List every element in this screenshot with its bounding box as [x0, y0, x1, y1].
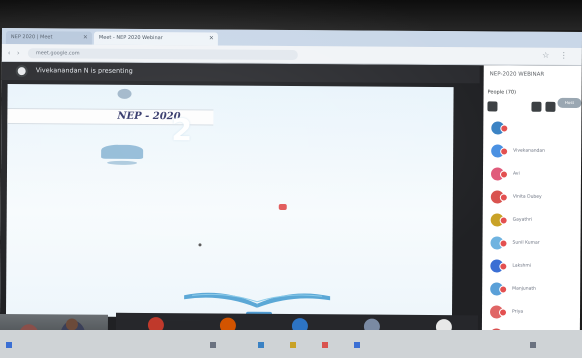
tray-icons[interactable]: [530, 342, 536, 348]
monitor-bezel: [0, 0, 582, 30]
presenting-bar: Vivekanandan N is presenting: [1, 61, 480, 84]
url-field[interactable]: meet.google.com: [27, 48, 298, 61]
browser-tab-1[interactable]: NEP 2020 | Meet ×: [5, 31, 92, 45]
participant-row[interactable]: Manjunath: [490, 282, 578, 297]
tab-label: Meet - NEP 2020 Webinar: [98, 34, 163, 42]
meeting-title: NEP-2020 WEBINAR: [489, 71, 545, 78]
mic-off-icon: [498, 308, 508, 317]
participant-list: Vivekanandan Avi Vinita Dubey Gayathri Sunil…: [484, 65, 582, 342]
participant-name: Vinita Dubey: [512, 194, 542, 200]
toolbar-icons[interactable]: ☆ ⋮: [542, 51, 572, 60]
folder-icon[interactable]: [290, 342, 296, 348]
participant-row[interactable]: Vinita Dubey: [490, 190, 579, 205]
people-panel: NEP-2020 WEBINAR People (70) Host Viveka…: [481, 65, 582, 355]
back-forward-icons[interactable]: ‹ ›: [8, 49, 22, 57]
participant-name: Lakshmi: [512, 263, 532, 269]
mic-off-icon: [500, 124, 509, 133]
photo-of-screen: NEP 2020 | Meet × Meet - NEP 2020 Webinar…: [0, 0, 582, 358]
participant-row[interactable]: Priya: [489, 305, 578, 320]
mic-off-icon: [499, 170, 509, 179]
host-badge: Host: [557, 97, 582, 109]
store-icon[interactable]: [354, 342, 360, 348]
slide-dot: [198, 243, 202, 247]
chat-icon[interactable]: [531, 101, 542, 112]
search-icon[interactable]: [210, 342, 216, 348]
participant-name: Sunil Kumar: [512, 240, 540, 246]
participant-row[interactable]: Avi: [490, 167, 579, 182]
mic-off-icon: [499, 285, 508, 294]
participant-row[interactable]: Sunil Kumar: [490, 236, 578, 251]
slide-graphic-cap-shadow: [107, 160, 138, 165]
close-icon[interactable]: ×: [209, 34, 214, 41]
browser-tab-2[interactable]: Meet - NEP 2020 Webinar ×: [93, 31, 218, 46]
person-head: [65, 318, 78, 331]
presenter-avatar: [15, 65, 28, 78]
participant-name: Gayathri: [512, 217, 533, 223]
mic-off-icon: [500, 147, 509, 156]
open-book-icon: [184, 292, 331, 308]
participant-name: Manjunath: [512, 286, 537, 292]
slide-logo: [117, 88, 132, 99]
participant-name: Vivekanandan: [513, 148, 546, 154]
participant-row[interactable]: Vivekanandan: [491, 144, 579, 159]
mic-off-icon: [499, 239, 508, 248]
people-label[interactable]: People (70): [488, 89, 517, 95]
start-icon[interactable]: [6, 342, 12, 348]
participant-row[interactable]: Gayathri: [490, 213, 579, 228]
panel-toolbar: Host: [487, 97, 582, 114]
slide-graphic-cap: [101, 144, 144, 159]
shared-slide: NEP - 2020 2: [5, 84, 454, 320]
participant-row[interactable]: Lakshmi: [490, 259, 578, 274]
mic-off-icon: [499, 262, 508, 271]
mic-off-icon: [499, 193, 508, 202]
slide-flag-icon: [278, 203, 287, 210]
slide-numeral: 2: [171, 113, 193, 149]
mic-off-icon: [499, 216, 508, 225]
browser-window: NEP 2020 | Meet × Meet - NEP 2020 Webinar…: [0, 28, 582, 355]
people-icon[interactable]: [487, 101, 498, 112]
close-icon[interactable]: ×: [83, 34, 88, 41]
windows-taskbar: [0, 330, 582, 358]
presenting-text: Vivekanandan N is presenting: [35, 66, 133, 75]
activities-icon[interactable]: [545, 101, 556, 112]
participant-name: Avi: [512, 171, 520, 177]
meet-stage: Vivekanandan N is presenting NEP - 2020 …: [0, 61, 582, 355]
tab-label: NEP 2020 | Meet: [10, 34, 53, 41]
edge-icon[interactable]: [258, 342, 264, 348]
participant-name: Priya: [512, 309, 524, 315]
chrome-icon[interactable]: [322, 342, 328, 348]
participant-row[interactable]: [491, 121, 579, 136]
